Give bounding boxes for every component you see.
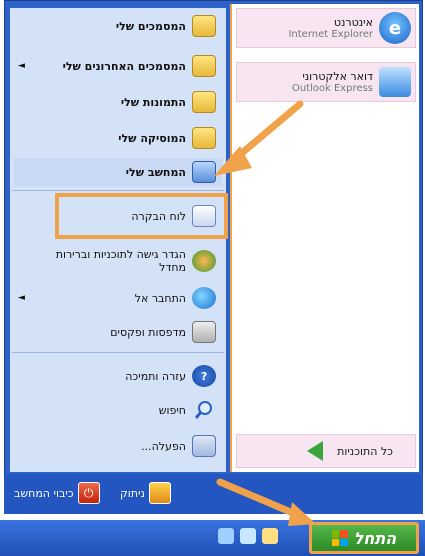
pictures-folder-icon <box>192 91 216 113</box>
menu-item-label: הפעלה... <box>141 439 186 453</box>
run-icon <box>192 435 216 457</box>
menu-item-help-support[interactable]: ? עזרה ותמיכה <box>14 362 222 390</box>
power-icon: ⏻ <box>77 482 100 504</box>
menu-item-label: הגדר גישה לתוכניות וברירות מחדל <box>55 248 186 274</box>
menu-item-label: המוסיקה שלי <box>118 131 186 145</box>
submenu-arrow-icon: ◄ <box>18 61 25 71</box>
start-menu-screenshot: e אינטרנט Internet Explorer דואר אלקטרונ… <box>0 0 425 556</box>
pinned-internet-explorer[interactable]: e אינטרנט Internet Explorer <box>236 8 416 48</box>
help-icon: ? <box>192 365 216 387</box>
pinned-subtitle: Outlook Express <box>291 83 373 94</box>
program-access-icon <box>192 250 216 272</box>
control-panel-highlight <box>55 193 228 239</box>
menu-item-connect-to[interactable]: התחבר אל ◄ <box>14 284 222 312</box>
outlook-express-icon <box>379 67 411 97</box>
menu-item-program-access[interactable]: הגדר גישה לתוכניות וברירות מחדל <box>14 244 222 278</box>
log-off-label: ניתוק <box>120 486 145 500</box>
printer-icon <box>192 321 216 343</box>
separator <box>12 190 224 191</box>
menu-item-label: המחשב שלי <box>125 165 186 179</box>
search-icon <box>192 399 216 421</box>
menu-item-label: עזרה ותמיכה <box>125 369 186 383</box>
menu-item-recent-documents[interactable]: המסמכים האחרונים שלי ◄ <box>14 52 222 80</box>
turn-off-button[interactable]: ⏻ כיבוי המחשב <box>14 480 100 506</box>
menu-item-label: התחבר אל <box>134 291 186 305</box>
menu-item-label: מדפסות ופקסים <box>110 325 186 339</box>
menu-item-search[interactable]: חיפוש <box>14 396 222 424</box>
pinned-title: דואר אלקטרוני <box>302 70 373 83</box>
menu-item-label: המסמכים שלי <box>115 19 186 33</box>
windows-logo-icon <box>331 530 348 546</box>
all-programs-label: כל התוכניות <box>337 444 393 458</box>
menu-item-printers-faxes[interactable]: מדפסות ופקסים <box>14 318 222 346</box>
menu-item-my-documents[interactable]: המסמכים שלי <box>14 12 222 40</box>
log-off-button[interactable]: ניתוק <box>120 480 171 506</box>
log-off-icon <box>148 482 171 504</box>
ie-quicklaunch-icon[interactable] <box>218 528 234 544</box>
menu-item-label: חיפוש <box>158 403 186 417</box>
separator <box>12 352 224 353</box>
show-desktop-icon[interactable] <box>262 528 278 544</box>
green-arrow-icon <box>307 441 324 461</box>
menu-item-label: המסמכים האחרונים שלי <box>62 59 186 73</box>
menu-item-my-pictures[interactable]: התמונות שלי <box>14 88 222 116</box>
menu-item-run[interactable]: הפעלה... <box>14 432 222 460</box>
recent-documents-icon <box>192 55 216 77</box>
start-label: התחל <box>353 528 397 548</box>
outlook-quicklaunch-icon[interactable] <box>240 528 256 544</box>
folder-icon <box>192 15 216 37</box>
music-folder-icon <box>192 127 216 149</box>
start-button[interactable]: התחל <box>309 522 419 554</box>
pinned-subtitle: Internet Explorer <box>288 29 373 40</box>
all-programs-button[interactable]: כל התוכניות <box>236 434 416 468</box>
turn-off-label: כיבוי המחשב <box>14 486 74 500</box>
menu-item-label: התמונות שלי <box>120 95 186 109</box>
connect-to-icon <box>192 287 216 309</box>
submenu-arrow-icon: ◄ <box>18 293 25 303</box>
pinned-outlook-express[interactable]: דואר אלקטרוני Outlook Express <box>236 62 416 102</box>
menu-item-my-computer[interactable]: המחשב שלי <box>14 158 222 186</box>
pinned-title: אינטרנט <box>333 16 373 29</box>
menu-item-my-music[interactable]: המוסיקה שלי <box>14 124 222 152</box>
my-computer-icon <box>192 161 216 183</box>
internet-explorer-icon: e <box>379 12 411 44</box>
